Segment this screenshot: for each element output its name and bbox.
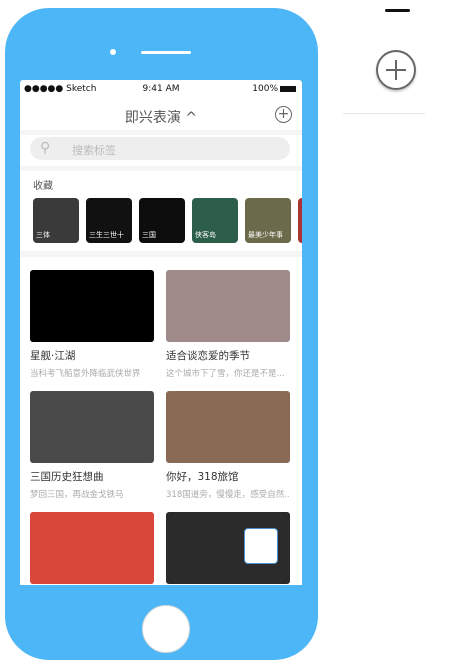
favorite-label: 三国	[142, 231, 156, 239]
edit-icon[interactable]	[244, 528, 278, 564]
card-subtitle: 梦回三国，再战金戈铁马	[30, 490, 124, 500]
favorite-item[interactable]: 三体	[33, 198, 79, 243]
divider	[20, 166, 302, 171]
card-image	[30, 512, 154, 584]
story-card[interactable]: 适合谈恋爱的季节这个城市下了雪，你还是不是...	[166, 270, 290, 379]
card-title: 适合谈恋爱的季节	[166, 350, 250, 362]
card-subtitle: 这个城市下了雪，你还是不是...	[166, 369, 285, 379]
favorite-item[interactable]: 三国	[139, 198, 185, 243]
card-image	[30, 270, 154, 342]
screen: ●●●●● Sketch 9:41 AM 100% 即兴表演 ^ + ⚲ 搜索标…	[20, 80, 302, 585]
favorite-label: 侠客岛	[195, 231, 216, 239]
story-card[interactable]: 星舰·江湖当科考飞船意外降临武侠世界	[30, 270, 154, 379]
search-placeholder: 搜索标签	[72, 144, 116, 157]
card-title: 三国历史狂想曲	[30, 471, 104, 483]
story-card[interactable]: 三国历史狂想曲梦回三国，再战金戈铁马	[30, 391, 154, 500]
add-icon[interactable]: +	[275, 106, 292, 123]
story-card[interactable]	[30, 512, 154, 585]
battery-percent: 100%	[252, 84, 278, 94]
page-title[interactable]: 即兴表演 ^	[20, 107, 302, 127]
favorite-label: 三生三世十	[89, 231, 124, 239]
divider	[20, 251, 302, 257]
add-circle-icon[interactable]	[376, 50, 416, 90]
divider	[343, 113, 425, 114]
search-input[interactable]: ⚲ 搜索标签	[30, 137, 290, 160]
favorite-label: 最美少年事	[248, 231, 283, 239]
card-image	[30, 391, 154, 463]
nav-bar: 即兴表演 ^ +	[20, 102, 302, 130]
favorite-item[interactable]: 侠客岛	[192, 198, 238, 243]
card-image	[166, 270, 290, 342]
decoration	[385, 9, 410, 12]
favorite-item[interactable]	[298, 198, 302, 243]
speaker	[141, 51, 191, 54]
card-subtitle: 318国道旁，慢慢走，感受自然...	[166, 490, 290, 500]
status-bar: ●●●●● Sketch 9:41 AM 100%	[20, 84, 302, 98]
camera	[110, 49, 116, 55]
favorite-item[interactable]: 最美少年事	[245, 198, 291, 243]
card-title: 星舰·江湖	[30, 350, 76, 362]
card-image	[166, 391, 290, 463]
card-title: 你好，318旅馆	[166, 471, 239, 483]
favorite-label: 三体	[36, 231, 50, 239]
card-subtitle: 当科考飞船意外降临武侠世界	[30, 369, 141, 379]
battery: 100%	[252, 84, 296, 94]
search-icon: ⚲	[40, 140, 51, 156]
home-button[interactable]	[142, 605, 190, 653]
favorites-label: 收藏	[33, 181, 53, 192]
favorite-item[interactable]: 三生三世十	[86, 198, 132, 243]
divider	[20, 130, 302, 135]
story-card[interactable]: 你好，318旅馆 318国道旁，慢慢走，感受自然...	[166, 391, 290, 500]
battery-icon	[280, 85, 296, 92]
